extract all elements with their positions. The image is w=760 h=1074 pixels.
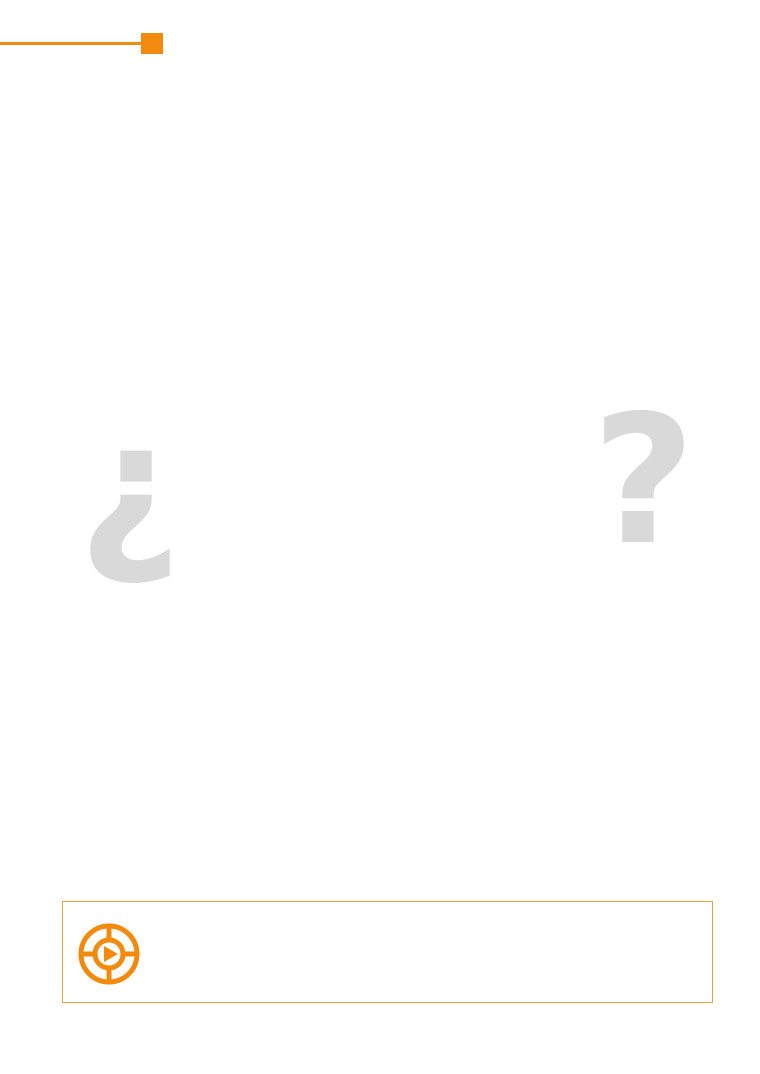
play-wheel-icon (78, 923, 140, 985)
header-accent-square (141, 33, 163, 54)
opening-question-mark: ¿ (78, 383, 182, 590)
closing-question-mark: ? (592, 377, 696, 584)
header-accent-rule (0, 42, 142, 45)
callout-box (62, 901, 713, 1003)
